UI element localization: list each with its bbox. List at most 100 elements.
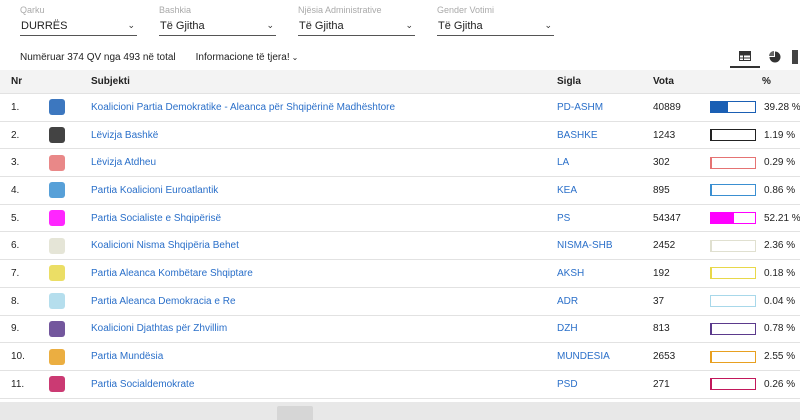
row-vota: 54347 <box>653 212 681 224</box>
footer-tab[interactable] <box>277 406 313 420</box>
row-subjekti-link[interactable]: Partia Aleanca Demokracia e Re <box>91 288 541 315</box>
filter-label: Gender Votimi <box>437 5 495 15</box>
share-bar <box>710 350 756 363</box>
kea-logo <box>49 182 65 199</box>
row-vota: 1243 <box>653 129 676 141</box>
row-percent: 0.04 % <box>764 295 796 307</box>
row-nr: 4. <box>11 184 20 196</box>
table-view-icon <box>739 51 751 61</box>
select-value: Të Gjitha <box>438 19 483 32</box>
header-subjekti: Subjekti <box>91 76 130 87</box>
more-info-dropdown[interactable]: Informacione të tjera! ⌄ <box>196 52 299 63</box>
bar-view-button[interactable] <box>790 46 800 68</box>
qarku-select[interactable]: DURRËS ⌄ <box>20 16 137 36</box>
table-header: Nr Subjekti Sigla Vota % <box>0 70 800 94</box>
row-sigla-link[interactable]: ADR <box>557 288 647 315</box>
results-table: Nr Subjekti Sigla Vota % 1. Koalicioni P… <box>0 70 800 399</box>
row-subjekti-link[interactable]: Partia Socialdemokrate <box>91 371 541 398</box>
more-info-label: Informacione të tjera! <box>195 52 290 63</box>
row-sigla-link[interactable]: DZH <box>557 316 647 343</box>
row-sigla-link[interactable]: BASHKE <box>557 122 647 149</box>
row-sigla-link[interactable]: KEA <box>557 177 647 204</box>
filter-njesia: Njësia Administrative Të Gjitha ⌄ <box>298 4 415 36</box>
share-bar <box>710 239 756 252</box>
chevron-down-icon: ⌄ <box>544 20 552 30</box>
table-row: 1. Koalicioni Partia Demokratike - Alean… <box>0 94 800 122</box>
chevron-down-icon: ⌄ <box>291 53 299 62</box>
row-share-bar-cell <box>710 205 756 232</box>
row-share-bar-cell <box>710 177 756 204</box>
ps-logo <box>49 210 65 227</box>
bashkia-select[interactable]: Të Gjitha ⌄ <box>159 16 276 36</box>
row-percent: 52.21 % <box>764 212 800 224</box>
table-view-button[interactable] <box>730 46 760 68</box>
header-sigla: Sigla <box>557 76 581 87</box>
filter-bashkia: Bashkia Të Gjitha ⌄ <box>159 4 276 36</box>
party-logo-cell <box>47 205 67 232</box>
row-share-bar-cell <box>710 94 756 121</box>
table-row: 11. Partia Socialdemokrate PSD 271 0.26 … <box>0 371 800 399</box>
row-percent: 2.55 % <box>764 351 796 363</box>
row-vota: 271 <box>653 378 670 390</box>
row-nr: 2. <box>11 129 20 141</box>
row-percent: 0.29 % <box>764 157 796 169</box>
row-sigla-link[interactable]: LA <box>557 149 647 176</box>
view-switcher <box>730 46 800 68</box>
row-subjekti-link[interactable]: Partia Koalicioni Euroatlantik <box>91 177 541 204</box>
party-logo-cell <box>47 260 67 287</box>
gender-select[interactable]: Të Gjitha ⌄ <box>437 16 554 36</box>
row-percent: 2.36 % <box>764 240 796 252</box>
pie-view-button[interactable] <box>760 46 790 68</box>
share-bar <box>710 212 756 225</box>
party-logo-cell <box>47 288 67 315</box>
row-nr: 8. <box>11 295 20 307</box>
row-subjekti-link[interactable]: Koalicioni Djathtas për Zhvillim <box>91 316 541 343</box>
mundesia-logo <box>49 348 65 365</box>
count-text: Numëruar 374 QV nga 493 në total <box>20 52 176 63</box>
psd-logo <box>49 376 65 393</box>
row-sigla-link[interactable]: PSD <box>557 371 647 398</box>
share-bar-fill <box>711 240 713 251</box>
row-sigla-link[interactable]: MUNDESIA <box>557 343 647 370</box>
filter-label: Qarku <box>20 5 45 15</box>
share-bar <box>710 378 756 391</box>
row-share-bar-cell <box>710 149 756 176</box>
row-vota: 192 <box>653 267 670 279</box>
row-vota: 2653 <box>653 351 676 363</box>
filter-label: Njësia Administrative <box>298 5 382 15</box>
row-sigla-link[interactable]: PD-ASHM <box>557 94 647 121</box>
row-sigla-link[interactable]: NISMA-SHB <box>557 232 647 259</box>
row-subjekti-link[interactable]: Partia Socialiste e Shqipërisë <box>91 205 541 232</box>
row-sigla-link[interactable]: PS <box>557 205 647 232</box>
row-share-bar-cell <box>710 343 756 370</box>
row-subjekti-link[interactable]: Koalicioni Nisma Shqipëria Behet <box>91 232 541 259</box>
row-vota: 37 <box>653 295 665 307</box>
row-percent: 39.28 % <box>764 101 800 113</box>
footer-bar <box>0 402 800 420</box>
row-sigla-link[interactable]: AKSH <box>557 260 647 287</box>
table-row: 8. Partia Aleanca Demokracia e Re ADR 37… <box>0 288 800 316</box>
share-bar <box>710 295 756 308</box>
row-subjekti-link[interactable]: Lëvizja Bashkë <box>91 122 541 149</box>
row-nr: 6. <box>11 240 20 252</box>
row-subjekti-link[interactable]: Partia Mundësia <box>91 343 541 370</box>
party-logo-cell <box>47 371 67 398</box>
row-percent: 0.18 % <box>764 267 796 279</box>
pd-logo <box>49 99 65 116</box>
select-value: Të Gjitha <box>160 19 205 32</box>
row-subjekti-link[interactable]: Lëvizja Atdheu <box>91 149 541 176</box>
row-percent: 0.86 % <box>764 184 796 196</box>
row-nr: 5. <box>11 212 20 224</box>
row-subjekti-link[interactable]: Partia Aleanca Kombëtare Shqiptare <box>91 260 541 287</box>
header-percent: % <box>762 76 771 87</box>
row-subjekti-link[interactable]: Koalicioni Partia Demokratike - Aleanca … <box>91 94 541 121</box>
header-nr: Nr <box>11 76 23 87</box>
share-bar <box>710 184 756 197</box>
row-share-bar-cell <box>710 316 756 343</box>
njesia-select[interactable]: Të Gjitha ⌄ <box>298 16 415 36</box>
select-value: DURRËS <box>21 19 68 32</box>
header-vota: Vota <box>653 76 674 87</box>
aksh-logo <box>49 265 65 282</box>
row-vota: 895 <box>653 184 670 196</box>
info-bar: Numëruar 374 QV nga 493 në total Informa… <box>20 52 298 63</box>
